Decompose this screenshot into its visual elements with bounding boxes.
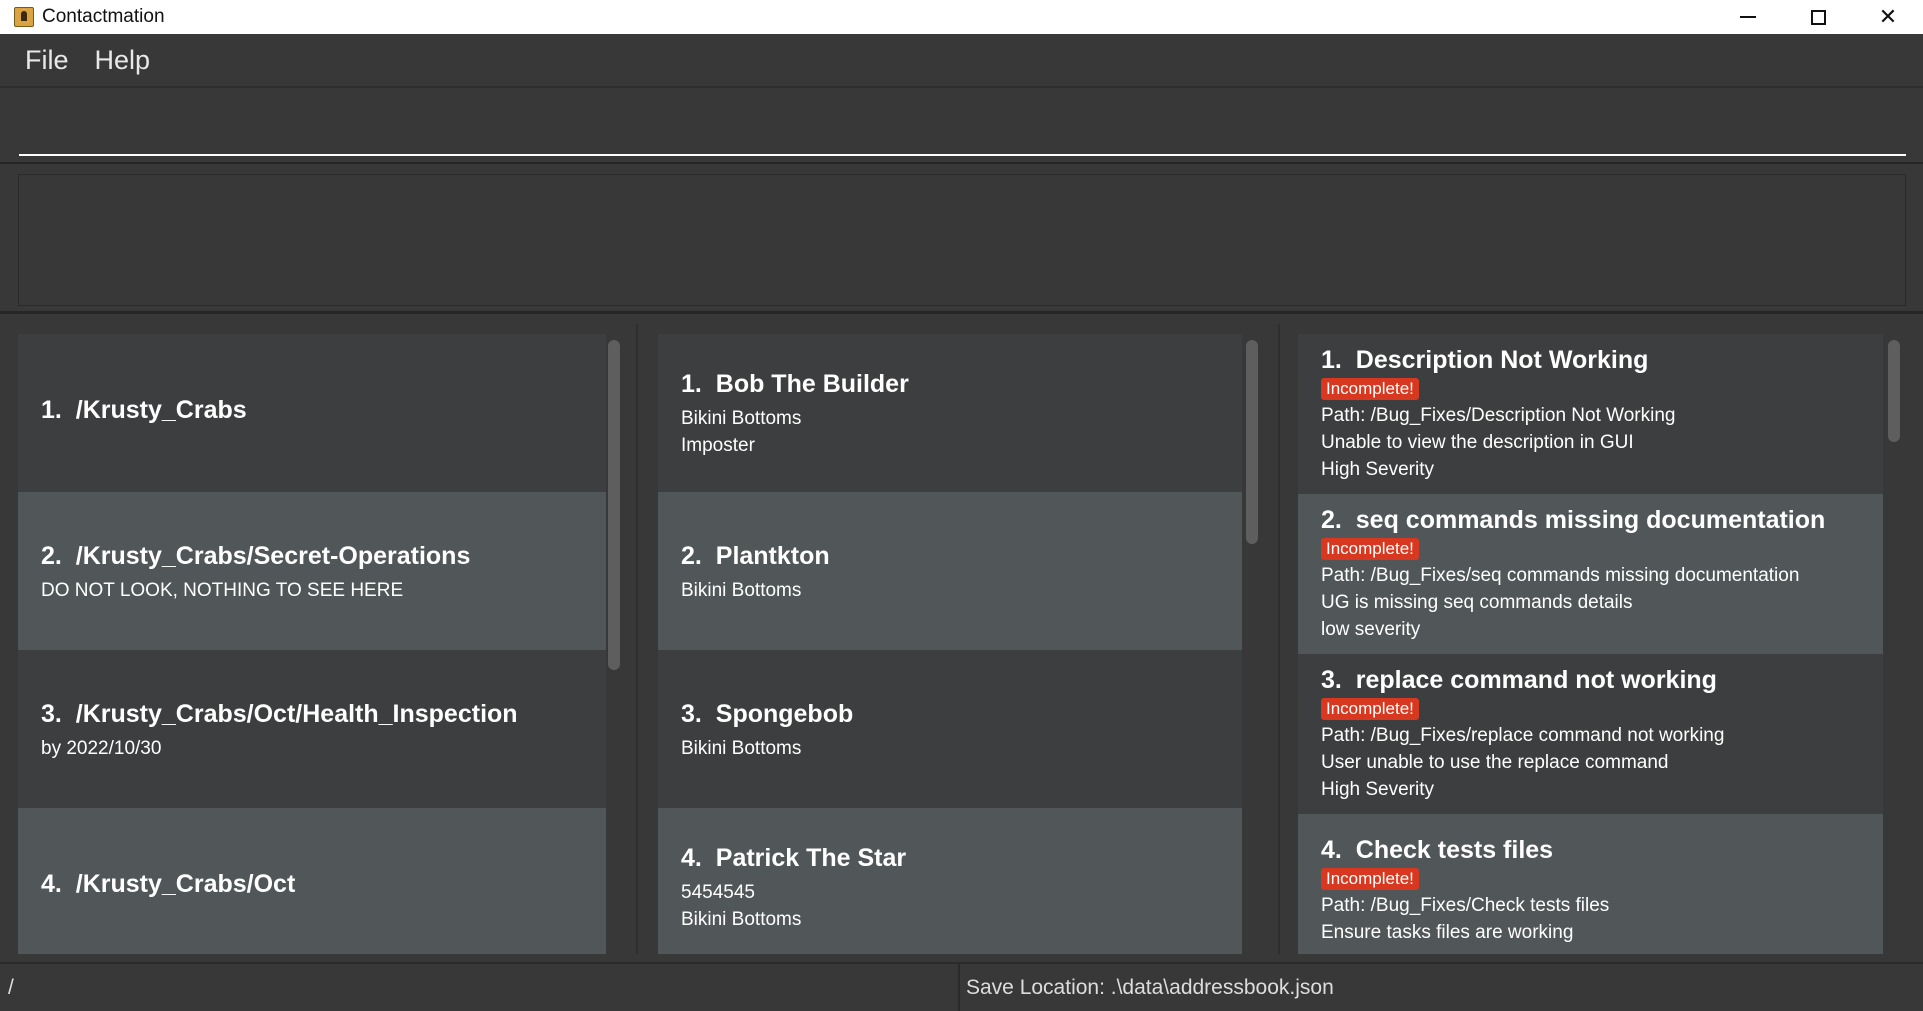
person-address: Bikini Bottoms [681, 408, 802, 429]
task-index: 1. [1321, 346, 1342, 374]
group-card[interactable]: 2. /Krusty_Crabs/Secret-Operations DO NO… [18, 492, 606, 650]
task-name: Check tests files [1355, 836, 1554, 864]
group-name: /Krusty_Crabs/Oct [75, 870, 296, 898]
panels-container: 1. /Krusty_Crabs 2. /Krusty_Crabs/Secret… [0, 316, 1923, 962]
group-description: DO NOT LOOK, NOTHING TO SEE HERE [41, 580, 404, 601]
person-panel: 1. Bob The Builder Bikini Bottoms Impost… [642, 324, 1280, 954]
person-name: Patrick The Star [715, 844, 907, 872]
group-list[interactable]: 1. /Krusty_Crabs 2. /Krusty_Crabs/Secret… [18, 334, 606, 954]
menu-file[interactable]: File [12, 41, 82, 80]
person-address: Bikini Bottoms [681, 580, 802, 601]
person-card[interactable]: 3. Spongebob Bikini Bottoms [658, 650, 1242, 808]
person-name: Plantkton [715, 542, 830, 570]
person-index: 4. [681, 844, 702, 872]
person-phone: 5454545 [681, 882, 755, 903]
group-scrollbar[interactable] [608, 340, 620, 670]
maximize-button[interactable] [1783, 0, 1853, 34]
task-severity: High Severity [1321, 779, 1434, 800]
person-scrollbar[interactable] [1246, 340, 1258, 544]
minimize-button[interactable] [1713, 0, 1783, 34]
group-card[interactable]: 4. /Krusty_Crabs/Oct [18, 808, 606, 954]
result-display[interactable] [18, 174, 1906, 306]
title-bar: Contactmation ✕ [0, 0, 1923, 34]
group-index: 1. [41, 396, 62, 424]
task-index: 2. [1321, 506, 1342, 534]
task-card[interactable]: 3. replace command not working Incomplet… [1298, 654, 1883, 814]
person-index: 3. [681, 700, 702, 728]
task-description: Ensure tasks files are working [1321, 922, 1574, 943]
task-card[interactable]: 2. seq commands missing documentation In… [1298, 494, 1883, 654]
task-path: Path: /Bug_Fixes/replace command not wor… [1321, 725, 1725, 746]
person-index: 1. [681, 370, 702, 398]
group-description: by 2022/10/30 [41, 738, 162, 759]
task-name: seq commands missing documentation [1355, 506, 1826, 534]
person-name: Bob The Builder [715, 370, 909, 398]
group-name: /Krusty_Crabs/Secret-Operations [75, 542, 471, 570]
task-description: User unable to use the replace command [1321, 752, 1669, 773]
group-panel: 1. /Krusty_Crabs 2. /Krusty_Crabs/Secret… [4, 324, 638, 954]
group-card[interactable]: 1. /Krusty_Crabs [18, 334, 606, 492]
group-card[interactable]: 3. /Krusty_Crabs/Oct/Health_Inspection b… [18, 650, 606, 808]
person-tag: Imposter [681, 435, 755, 456]
person-index: 2. [681, 542, 702, 570]
window-title: Contactmation [42, 6, 165, 27]
group-index: 3. [41, 700, 62, 728]
group-index: 4. [41, 870, 62, 898]
maximize-icon [1810, 9, 1826, 25]
person-list[interactable]: 1. Bob The Builder Bikini Bottoms Impost… [658, 334, 1242, 954]
incomplete-badge: Incomplete! [1321, 698, 1419, 720]
task-card[interactable]: 4. Check tests files Incomplete! Path: /… [1298, 814, 1883, 954]
task-name: replace command not working [1355, 666, 1717, 694]
incomplete-badge: Incomplete! [1321, 868, 1419, 890]
command-input[interactable] [19, 98, 1906, 156]
close-button[interactable]: ✕ [1853, 0, 1923, 34]
task-name: Description Not Working [1355, 346, 1649, 374]
save-location: Save Location: .\data\addressbook.json [966, 976, 1334, 999]
person-card[interactable]: 1. Bob The Builder Bikini Bottoms Impost… [658, 334, 1242, 492]
task-index: 4. [1321, 836, 1342, 864]
task-list[interactable]: 1. Description Not Working Incomplete! P… [1298, 334, 1883, 954]
person-card[interactable]: 2. Plantkton Bikini Bottoms [658, 492, 1242, 650]
incomplete-badge: Incomplete! [1321, 378, 1419, 400]
incomplete-badge: Incomplete! [1321, 538, 1419, 560]
person-address: Bikini Bottoms [681, 738, 802, 759]
window-controls: ✕ [1713, 0, 1923, 34]
task-scrollbar[interactable] [1888, 340, 1900, 442]
task-path: Path: /Bug_Fixes/Check tests files [1321, 895, 1610, 916]
command-box-container [0, 90, 1923, 164]
close-icon: ✕ [1878, 4, 1898, 29]
task-index: 3. [1321, 666, 1342, 694]
task-severity: low severity [1321, 619, 1421, 640]
group-name: /Krusty_Crabs [75, 396, 247, 424]
group-name: /Krusty_Crabs/Oct/Health_Inspection [75, 700, 518, 728]
result-display-container [0, 166, 1923, 314]
task-severity: High Severity [1321, 459, 1434, 480]
minimize-icon [1740, 16, 1756, 18]
group-index: 2. [41, 542, 62, 570]
person-card[interactable]: 4. Patrick The Star 5454545 Bikini Botto… [658, 808, 1242, 954]
task-description: UG is missing seq commands details [1321, 592, 1633, 613]
current-path: / [0, 964, 960, 1011]
task-path: Path: /Bug_Fixes/seq commands missing do… [1321, 565, 1800, 586]
task-panel: 1. Description Not Working Incomplete! P… [1284, 324, 1921, 954]
menu-help[interactable]: Help [82, 41, 164, 80]
person-address: Bikini Bottoms [681, 909, 802, 930]
status-bar: / Save Location: .\data\addressbook.json [0, 962, 1923, 1011]
task-path: Path: /Bug_Fixes/Description Not Working [1321, 405, 1676, 426]
task-card[interactable]: 1. Description Not Working Incomplete! P… [1298, 334, 1883, 494]
person-name: Spongebob [715, 700, 854, 728]
app-icon [14, 7, 34, 27]
menu-bar: File Help [0, 34, 1923, 88]
task-description: Unable to view the description in GUI [1321, 432, 1634, 453]
